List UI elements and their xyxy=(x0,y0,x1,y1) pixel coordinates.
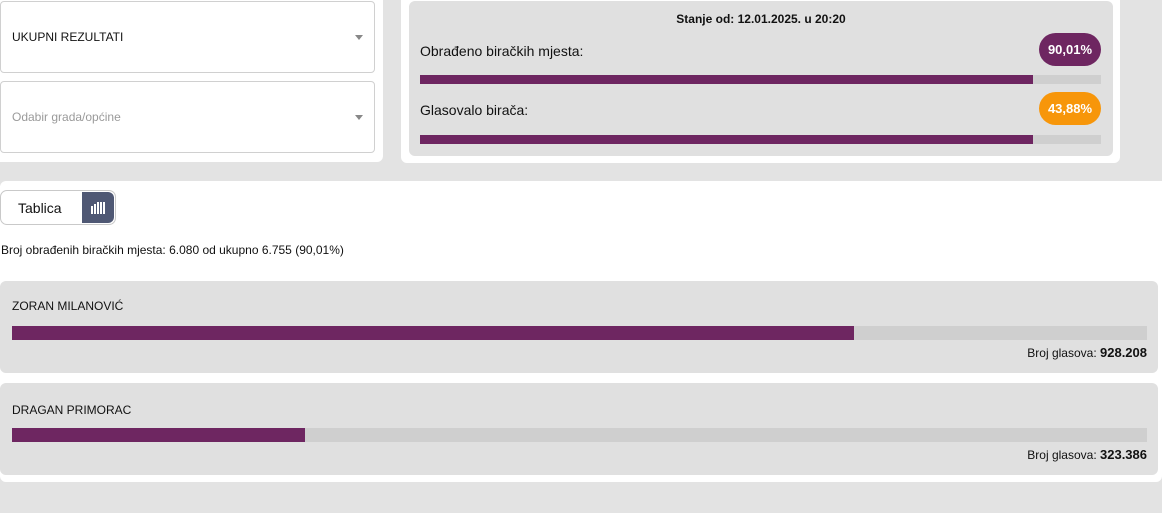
candidate-vote-fill xyxy=(12,428,306,442)
candidate-vote-bar xyxy=(12,428,1147,442)
processed-badge: 90,01% xyxy=(1039,33,1101,66)
candidate-vote-bar xyxy=(12,326,1147,340)
votes-count: 928.208 xyxy=(1100,345,1147,360)
city-select-placeholder: Odabir grada/općine xyxy=(12,110,121,124)
city-select[interactable]: Odabir grada/općine xyxy=(0,81,375,153)
filter-panel: UKUPNI REZULTATI Odabir grada/općine xyxy=(0,0,383,162)
votes-count: 323.386 xyxy=(1100,447,1147,462)
turnout-label: Glasovalo birača: xyxy=(420,102,529,118)
turnout-badge: 43,88% xyxy=(1039,92,1101,125)
processed-label: Obrađeno biračkih mjesta: xyxy=(420,43,584,59)
candidate-name: DRAGAN PRIMORAC xyxy=(12,403,132,417)
tab-table[interactable]: Tablica xyxy=(18,200,62,216)
chevron-down-icon xyxy=(355,115,363,120)
candidate-vote-fill xyxy=(12,326,854,340)
results-select[interactable]: UKUPNI REZULTATI xyxy=(0,1,375,73)
chevron-down-icon xyxy=(355,35,363,40)
results-section: Tablica Broj obrađenih biračkih mjesta: … xyxy=(0,181,1162,482)
processed-summary: Broj obrađenih biračkih mjesta: 6.080 od… xyxy=(1,243,344,257)
view-toggle: Tablica xyxy=(0,190,116,225)
candidate-votes: Broj glasova: 928.208 xyxy=(1027,345,1147,360)
status-panel: Stanje od: 12.01.2025. u 20:20 Obrađeno … xyxy=(401,0,1120,163)
candidate-name: ZORAN MILANOVIĆ xyxy=(12,299,124,313)
candidate-card: ZORAN MILANOVIĆ Broj glasova: 928.208 xyxy=(0,281,1158,373)
processed-progress-bar xyxy=(420,75,1101,84)
turnout-progress-bar xyxy=(420,135,1101,144)
candidate-votes: Broj glasova: 323.386 xyxy=(1027,447,1147,462)
status-date: Stanje od: 12.01.2025. u 20:20 xyxy=(676,12,846,26)
votes-label: Broj glasova: xyxy=(1027,448,1097,462)
candidate-card: DRAGAN PRIMORAC Broj glasova: 323.386 xyxy=(0,383,1158,475)
results-select-value: UKUPNI REZULTATI xyxy=(12,30,124,44)
chart-view-button[interactable] xyxy=(82,192,114,223)
turnout-progress-fill xyxy=(420,135,1033,144)
bar-chart-icon xyxy=(91,201,105,214)
status-card: Stanje od: 12.01.2025. u 20:20 Obrađeno … xyxy=(409,1,1113,156)
votes-label: Broj glasova: xyxy=(1027,346,1097,360)
processed-progress-fill xyxy=(420,75,1033,84)
